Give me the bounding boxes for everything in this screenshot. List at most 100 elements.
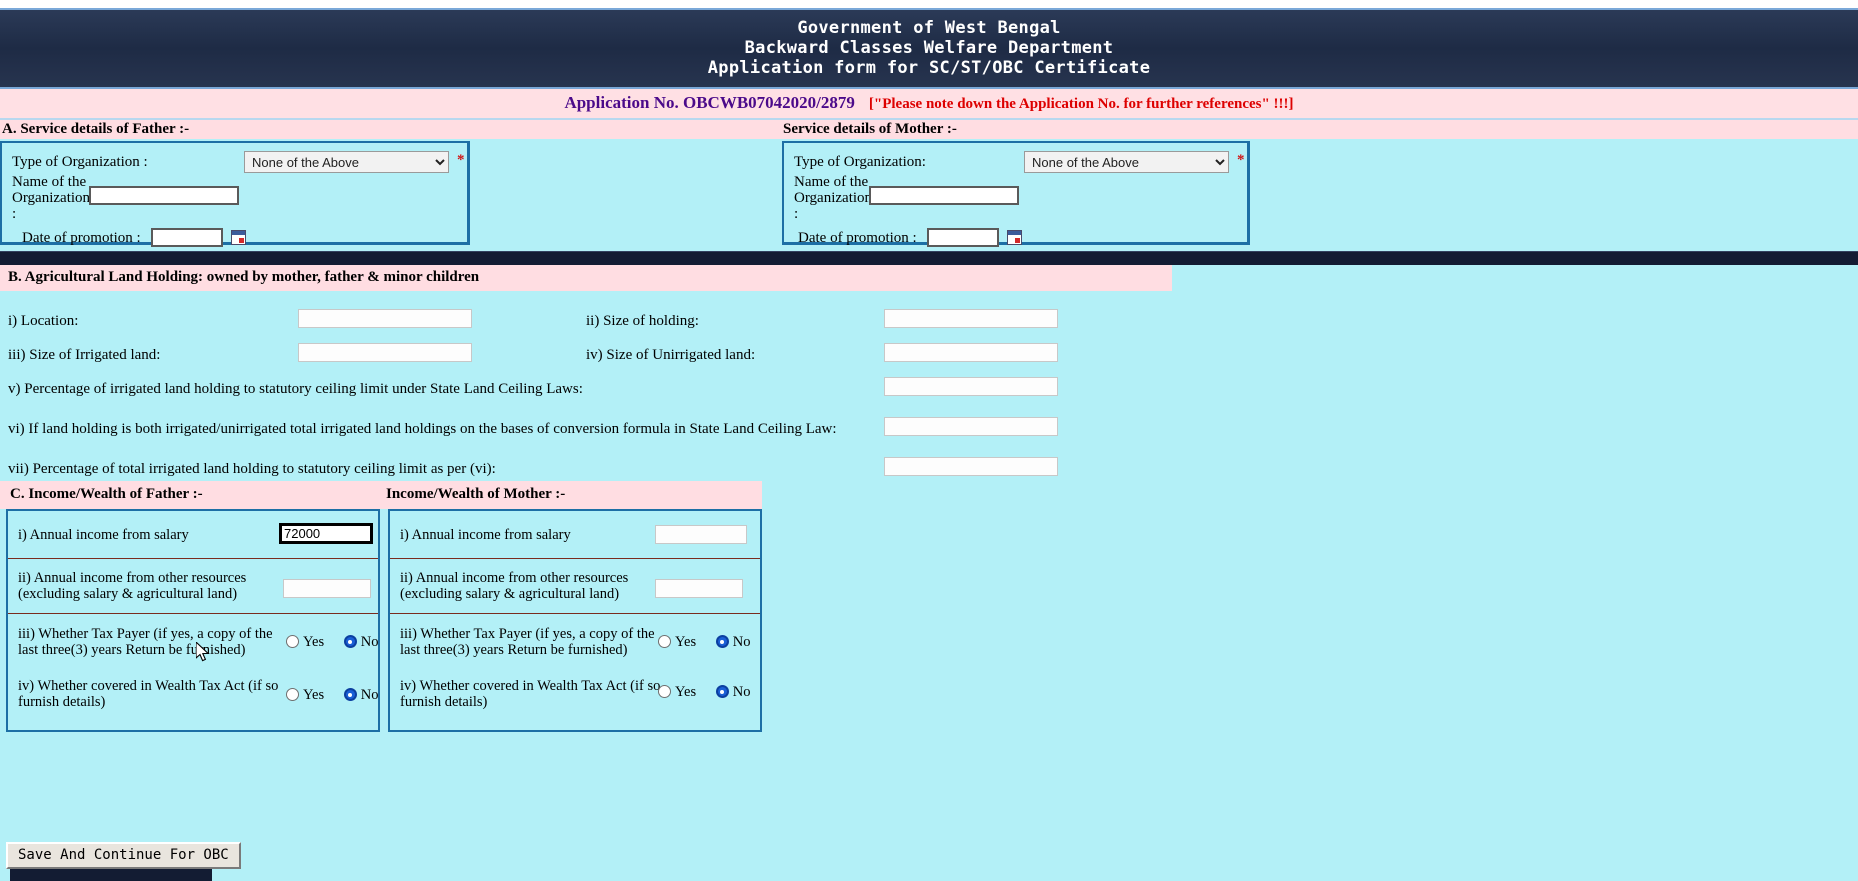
mother-wealthtax-radio-group: Yes No — [658, 684, 766, 701]
mother-wealthtax-label-line1: iv) Whether covered in Wealth Tax Act (i… — [400, 678, 661, 694]
land-location-input[interactable] — [298, 309, 472, 328]
father-wealthtax-radio-group: Yes No — [286, 687, 394, 704]
mother-taxpayer-yes-label: Yes — [675, 634, 697, 650]
father-service-details-box: Type of Organization : None of the Above… — [0, 141, 470, 247]
land-unirrigated-size-input[interactable] — [884, 343, 1058, 362]
father-org-name-input[interactable] — [89, 186, 239, 205]
mother-org-type-required-asterisk: * — [1237, 152, 1245, 168]
mother-income-box: i) Annual income from salary ii) Annual … — [388, 509, 762, 732]
footer-actions: Save And Continue For OBC — [6, 842, 241, 869]
mother-salary-row: i) Annual income from salary — [390, 511, 760, 559]
father-taxpayer-yes-radio[interactable] — [286, 635, 299, 648]
mother-salary-label: i) Annual income from salary — [400, 527, 571, 543]
father-salary-label: i) Annual income from salary — [18, 527, 189, 543]
section-b-heading-row: B. Agricultural Land Holding: owned by m… — [0, 265, 1172, 291]
mother-wealthtax-yes-radio[interactable] — [658, 685, 671, 698]
banner-line-department: Backward Classes Welfare Department — [744, 38, 1114, 58]
father-other-income-label: ii) Annual income from other resources (… — [18, 570, 246, 602]
mother-taxpayer-yes-radio[interactable] — [658, 635, 671, 648]
mother-date-of-promotion-input[interactable] — [926, 228, 999, 247]
mother-service-details-box: Type of Organization: None of the Above … — [782, 141, 1250, 247]
page-header-banner: Government of West Bengal Backward Class… — [0, 8, 1858, 89]
father-date-of-promotion-label: Date of promotion : — [22, 230, 141, 246]
father-income-box: i) Annual income from salary ii) Annual … — [6, 509, 380, 732]
father-taxpayer-label-line1: iii) Whether Tax Payer (if yes, a copy o… — [18, 626, 273, 642]
land-conversion-formula-input[interactable] — [884, 417, 1058, 436]
father-other-income-label-line1: ii) Annual income from other resources — [18, 570, 247, 586]
section-b-heading: B. Agricultural Land Holding: owned by m… — [8, 269, 480, 285]
save-and-continue-button[interactable]: Save And Continue For OBC — [6, 842, 241, 869]
father-other-income-row: ii) Annual income from other resources (… — [8, 559, 378, 614]
page-top-edge — [0, 0, 1858, 8]
father-taxpayer-no-label: No — [360, 634, 379, 650]
section-c-father-heading: C. Income/Wealth of Father :- — [10, 486, 203, 502]
mother-wealthtax-label-line2: furnish details) — [400, 694, 488, 710]
land-irrigated-size-input[interactable] — [298, 343, 472, 362]
mother-other-income-input[interactable] — [655, 579, 743, 598]
section-c-mother-heading: Income/Wealth of Mother :- — [386, 486, 566, 502]
father-wealthtax-no-radio[interactable] — [343, 688, 357, 701]
mother-taxpayer-radio-group: Yes No — [658, 634, 766, 651]
application-number: Application No. OBCWB07042020/2879 — [564, 93, 855, 112]
section-b-body: i) Location: ii) Size of holding: iii) S… — [0, 291, 1858, 481]
mother-other-income-label: ii) Annual income from other resources (… — [400, 570, 628, 602]
father-wealthtax-yes-label: Yes — [303, 687, 325, 703]
mother-wealthtax-yes-label: Yes — [675, 684, 697, 700]
mother-date-of-promotion-label: Date of promotion : — [798, 230, 917, 246]
mother-tax-rows: iii) Whether Tax Payer (if yes, a copy o… — [390, 614, 760, 730]
land-total-percentage-input[interactable] — [884, 457, 1058, 476]
section-c-heading-row: C. Income/Wealth of Father :- Income/Wea… — [0, 481, 762, 509]
father-org-type-label: Type of Organization : — [12, 154, 148, 170]
mother-taxpayer-no-label: No — [732, 634, 751, 650]
calendar-icon[interactable] — [230, 230, 246, 245]
mother-wealthtax-label: iv) Whether covered in Wealth Tax Act (i… — [400, 678, 660, 710]
section-a-father-heading: A. Service details of Father :- — [2, 121, 190, 137]
father-salary-row: i) Annual income from salary — [8, 511, 378, 559]
land-size-of-holding-input[interactable] — [884, 309, 1058, 328]
mother-other-income-label-line2: (excluding salary & agricultural land) — [400, 586, 620, 602]
footer-shadow-bar — [10, 868, 212, 881]
mother-taxpayer-no-radio[interactable] — [715, 635, 729, 648]
mother-org-type-label: Type of Organization: — [794, 154, 926, 170]
land-unirrigated-size-label: iv) Size of Unirrigated land: — [586, 347, 756, 363]
father-tax-rows: iii) Whether Tax Payer (if yes, a copy o… — [8, 614, 378, 730]
application-form-page: Government of West Bengal Backward Class… — [0, 0, 1858, 881]
mother-wealthtax-no-radio[interactable] — [715, 685, 729, 698]
father-date-of-promotion-input[interactable] — [150, 228, 223, 247]
section-a-body: Type of Organization : None of the Above… — [0, 139, 1858, 251]
father-wealthtax-label-line2: furnish details) — [18, 694, 106, 710]
mother-salary-input[interactable] — [655, 525, 747, 544]
section-c-body: i) Annual income from salary ii) Annual … — [0, 509, 1858, 741]
father-salary-input[interactable] — [279, 523, 373, 544]
father-taxpayer-yes-label: Yes — [303, 634, 325, 650]
land-irrigated-percentage-input[interactable] — [884, 377, 1058, 396]
land-total-percentage-label: vii) Percentage of total irrigated land … — [8, 461, 496, 477]
mother-org-type-select[interactable]: None of the Above — [1024, 151, 1229, 173]
father-org-type-select[interactable]: None of the Above — [244, 151, 449, 173]
father-wealthtax-label-line1: iv) Whether covered in Wealth Tax Act (i… — [18, 678, 279, 694]
mother-taxpayer-label: iii) Whether Tax Payer (if yes, a copy o… — [400, 626, 655, 658]
father-other-income-label-line2: (excluding salary & agricultural land) — [18, 586, 238, 602]
application-number-strip: Application No. OBCWB07042020/2879 ["Ple… — [0, 89, 1858, 120]
section-a-mother-heading: Service details of Mother :- — [783, 121, 957, 137]
father-org-name-label: Name of the Organization : — [12, 174, 91, 222]
mother-wealthtax-no-label: No — [732, 684, 751, 700]
father-other-income-input[interactable] — [283, 579, 371, 598]
section-divider-bar — [0, 251, 1858, 265]
mother-taxpayer-label-line1: iii) Whether Tax Payer (if yes, a copy o… — [400, 626, 655, 642]
land-size-of-holding-label: ii) Size of holding: — [586, 313, 699, 329]
mother-org-name-input[interactable] — [869, 186, 1019, 205]
mother-other-income-row: ii) Annual income from other resources (… — [390, 559, 760, 614]
banner-line-government: Government of West Bengal — [797, 18, 1061, 38]
banner-line-form-title: Application form for SC/ST/OBC Certifica… — [707, 58, 1151, 78]
land-irrigated-percentage-label: v) Percentage of irrigated land holding … — [8, 381, 583, 397]
land-conversion-formula-label: vi) If land holding is both irrigated/un… — [8, 421, 837, 437]
land-irrigated-size-label: iii) Size of Irrigated land: — [8, 347, 161, 363]
father-taxpayer-no-radio[interactable] — [343, 635, 357, 648]
father-wealthtax-no-label: No — [360, 687, 379, 703]
calendar-icon[interactable] — [1006, 230, 1022, 245]
section-a-heading-row: A. Service details of Father :- Service … — [0, 120, 1858, 139]
father-wealthtax-label: iv) Whether covered in Wealth Tax Act (i… — [18, 678, 278, 710]
father-wealthtax-yes-radio[interactable] — [286, 688, 299, 701]
land-location-label: i) Location: — [8, 313, 79, 329]
